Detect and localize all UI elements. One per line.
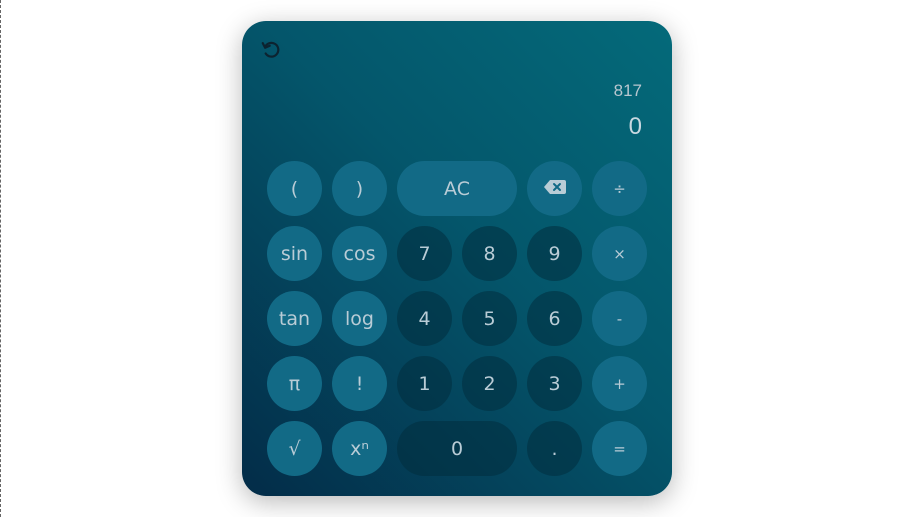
pi-button[interactable]: π	[267, 356, 322, 411]
digit-9-button[interactable]: 9	[527, 226, 582, 281]
result-display: 0	[628, 113, 642, 140]
divide-button[interactable]: ÷	[592, 161, 647, 216]
tan-button[interactable]: tan	[267, 291, 322, 346]
page-edge-line	[0, 0, 1, 517]
backspace-button[interactable]	[527, 161, 582, 216]
digit-7-button[interactable]: 7	[397, 226, 452, 281]
digit-1-button[interactable]: 1	[397, 356, 452, 411]
clear-button[interactable]: AC	[397, 161, 517, 216]
history-undo-icon[interactable]	[260, 39, 282, 61]
digit-2-button[interactable]: 2	[462, 356, 517, 411]
expression-display: 817	[613, 81, 642, 100]
digit-6-button[interactable]: 6	[527, 291, 582, 346]
sin-button[interactable]: sin	[267, 226, 322, 281]
close-paren-button[interactable]: )	[332, 161, 387, 216]
plus-button[interactable]: +	[592, 356, 647, 411]
digit-3-button[interactable]: 3	[527, 356, 582, 411]
open-paren-button[interactable]: (	[267, 161, 322, 216]
multiply-button[interactable]: ×	[592, 226, 647, 281]
digit-4-button[interactable]: 4	[397, 291, 452, 346]
digit-8-button[interactable]: 8	[462, 226, 517, 281]
factorial-button[interactable]: !	[332, 356, 387, 411]
log-button[interactable]: log	[332, 291, 387, 346]
minus-button[interactable]: -	[592, 291, 647, 346]
power-button[interactable]: xⁿ	[332, 421, 387, 476]
backspace-icon	[543, 178, 567, 200]
cos-button[interactable]: cos	[332, 226, 387, 281]
decimal-button[interactable]: .	[527, 421, 582, 476]
equals-button[interactable]: =	[592, 421, 647, 476]
digit-5-button[interactable]: 5	[462, 291, 517, 346]
calculator-panel: 817 0 ( ) AC ÷ sin cos 7 8 9 × tan log 4…	[242, 21, 672, 496]
keypad: ( ) AC ÷ sin cos 7 8 9 × tan log 4 5 6 -…	[267, 161, 647, 476]
sqrt-button[interactable]: √	[267, 421, 322, 476]
digit-0-button[interactable]: 0	[397, 421, 517, 476]
